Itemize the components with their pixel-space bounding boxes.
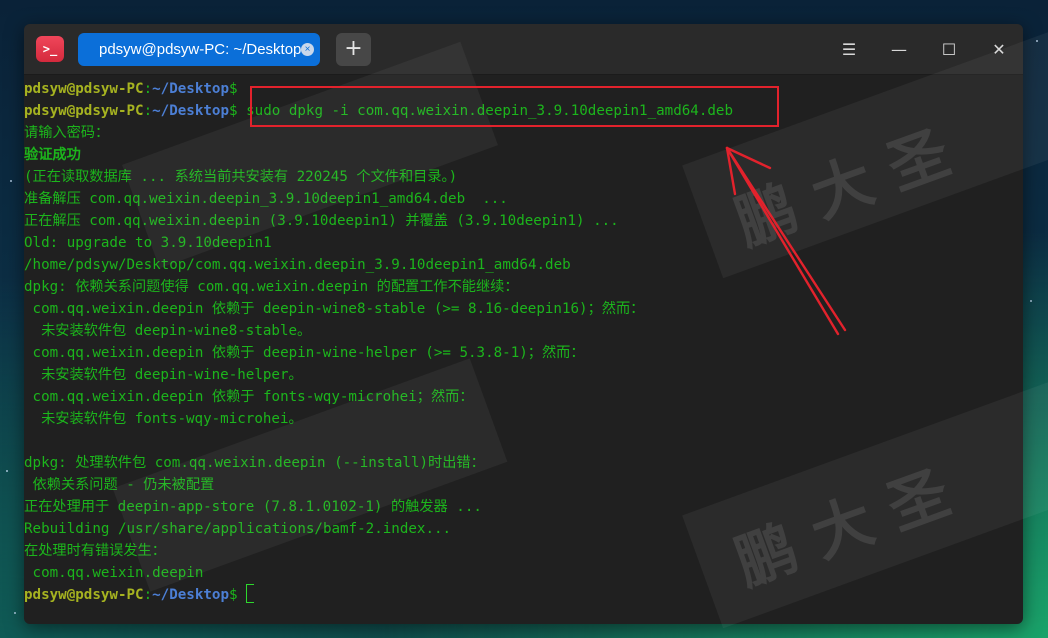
output-line: (正在读取数据库 ... 系统当前共安装有 220245 个文件和目录。): [24, 169, 458, 185]
prompt-user: pdsyw@pdsyw-PC: [24, 81, 144, 97]
output-line: com.qq.weixin.deepin 依赖于 deepin-wine8-st…: [24, 301, 645, 317]
output-line: 正在处理用于 deepin-app-store (7.8.1.0102-1) 的…: [24, 499, 482, 515]
prompt-path: ~/Desktop: [152, 103, 230, 119]
output-line: 请输入密码：: [24, 125, 110, 141]
prompt-sep: :: [143, 81, 153, 97]
command-line: pdsyw@pdsyw-PC:~/Desktop$ sudo dpkg -i c…: [24, 100, 1023, 122]
prompt-dollar: $: [229, 587, 238, 603]
prompt-sep: :: [143, 587, 153, 603]
terminal-app-icon[interactable]: >_: [36, 36, 64, 62]
prompt-path: ~/Desktop: [152, 81, 230, 97]
output-line: 未安装软件包 deepin-wine8-stable。: [24, 323, 312, 339]
output-line: com.qq.weixin.deepin 依赖于 fonts-wqy-micro…: [24, 389, 474, 405]
close-tab-icon[interactable]: ×: [301, 43, 314, 56]
prompt-dollar: $: [229, 103, 238, 119]
title-bar: >_ pdsyw@pdsyw-PC: ~/Desktop × + ☰ — ☐ ✕: [24, 24, 1023, 75]
hamburger-icon[interactable]: ☰: [837, 38, 861, 62]
output-line: 在处理时有错误发生：: [24, 543, 166, 559]
output-line: 正在解压 com.qq.weixin.deepin (3.9.10deepin1…: [24, 213, 619, 229]
final-prompt-line: pdsyw@pdsyw-PC:~/Desktop$: [24, 584, 1023, 606]
output-line: 未安装软件包 fonts-wqy-microhei。: [24, 411, 303, 427]
output-line: /home/pdsyw/Desktop/com.qq.weixin.deepin…: [24, 257, 571, 273]
tab-title: pdsyw@pdsyw-PC: ~/Desktop: [99, 41, 302, 58]
prompt-user: pdsyw@pdsyw-PC: [24, 103, 144, 119]
output-line: com.qq.weixin.deepin: [24, 565, 204, 581]
prompt-user: pdsyw@pdsyw-PC: [24, 587, 144, 603]
output-line: 验证成功: [24, 147, 81, 163]
text-cursor: [246, 584, 255, 603]
maximize-icon[interactable]: ☐: [937, 38, 961, 62]
output-line: Old: upgrade to 3.9.10deepin1: [24, 235, 272, 251]
output-line: Rebuilding /usr/share/applications/bamf-…: [24, 521, 452, 537]
tab-terminal[interactable]: pdsyw@pdsyw-PC: ~/Desktop ×: [78, 33, 320, 66]
output-line: 准备解压 com.qq.weixin.deepin_3.9.10deepin1_…: [24, 191, 508, 207]
command-text: sudo dpkg -i com.qq.weixin.deepin_3.9.10…: [246, 103, 733, 119]
add-tab-button[interactable]: +: [336, 33, 371, 66]
terminal-output[interactable]: pdsyw@pdsyw-PC:~/Desktop$ pdsyw@pdsyw-PC…: [24, 75, 1023, 624]
output-line: com.qq.weixin.deepin 依赖于 deepin-wine-hel…: [24, 345, 585, 361]
terminal-window: >_ pdsyw@pdsyw-PC: ~/Desktop × + ☰ — ☐ ✕…: [24, 24, 1023, 624]
prompt-line: pdsyw@pdsyw-PC:~/Desktop$: [24, 78, 1023, 100]
output-line: 依赖关系问题 - 仍未被配置: [24, 477, 215, 493]
close-icon[interactable]: ✕: [987, 38, 1011, 62]
prompt-sep: :: [143, 103, 153, 119]
output-line: dpkg: 依赖关系问题使得 com.qq.weixin.deepin 的配置工…: [24, 279, 519, 295]
prompt-dollar: $: [229, 81, 238, 97]
minimize-icon[interactable]: —: [887, 38, 911, 62]
output-line: 未安装软件包 deepin-wine-helper。: [24, 367, 303, 383]
prompt-path: ~/Desktop: [152, 587, 230, 603]
output-line: dpkg: 处理软件包 com.qq.weixin.deepin (--inst…: [24, 455, 485, 471]
